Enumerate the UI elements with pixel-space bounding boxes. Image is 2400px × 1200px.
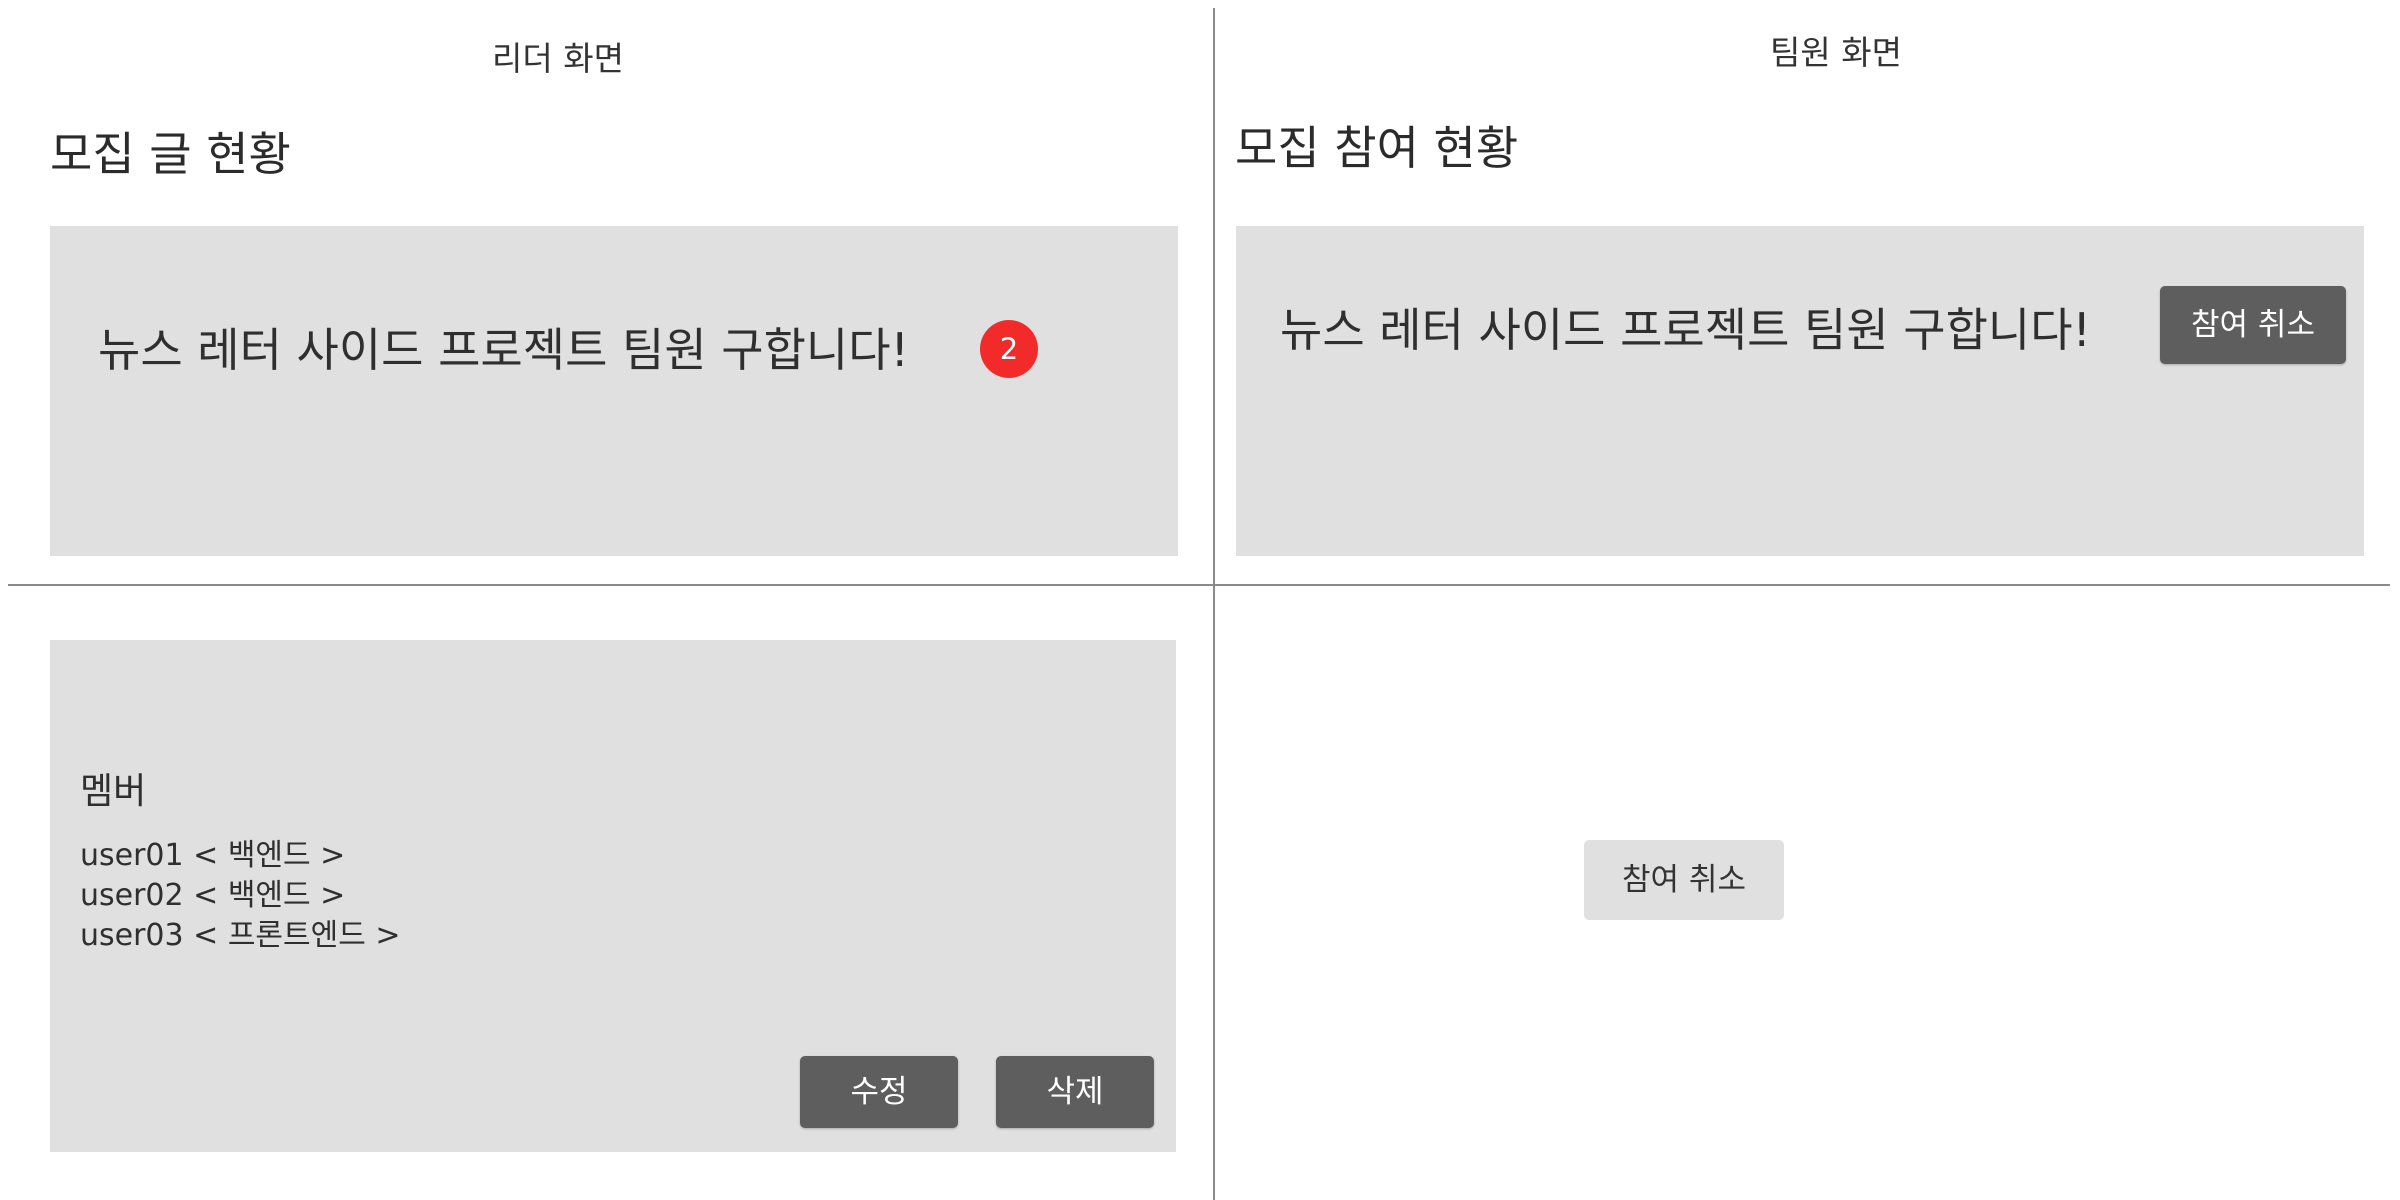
leader-members-card: 멤버 user01 < 백엔드 > user02 < 백엔드 > user03 … [50,640,1176,1152]
member-item: user03 < 프론트엔드 > [80,918,401,953]
leader-post-title[interactable]: 뉴스 레터 사이드 프로젝트 팀원 구합니다! [98,314,909,380]
members-heading: 멤버 [80,771,147,812]
leader-section-title: 모집 글 현황 [50,127,291,181]
cancel-participation-button[interactable]: 참여 취소 [2160,286,2346,364]
member-screen-label: 팀원 화면 [1770,33,1902,72]
member-post-card[interactable]: 뉴스 레터 사이드 프로젝트 팀원 구합니다! 참여 취소 [1236,226,2364,556]
horizontal-divider [8,584,2390,586]
member-list: user01 < 백엔드 > user02 < 백엔드 > user03 < 프… [80,836,401,956]
edit-button[interactable]: 수정 [800,1056,958,1128]
member-post-title[interactable]: 뉴스 레터 사이드 프로젝트 팀원 구합니다! [1280,294,2091,360]
member-section-title: 모집 참여 현황 [1235,121,1519,175]
delete-button[interactable]: 삭제 [996,1056,1154,1128]
member-item: user01 < 백엔드 > [80,838,346,873]
leader-screen-label: 리더 화면 [492,39,624,78]
vertical-divider [1213,8,1215,1200]
cancel-participation-button-alt[interactable]: 참여 취소 [1584,840,1784,920]
leader-post-card[interactable]: 뉴스 레터 사이드 프로젝트 팀원 구합니다! 2 [50,226,1178,556]
notification-badge: 2 [980,320,1038,378]
member-item: user02 < 백엔드 > [80,878,346,913]
